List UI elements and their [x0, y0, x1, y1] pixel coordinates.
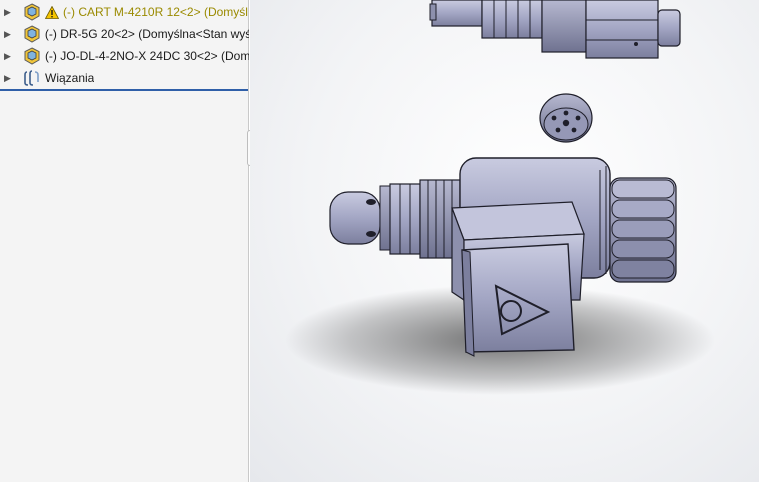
- nut-part[interactable]: [539, 93, 593, 143]
- tree-item-jo-dl[interactable]: ▶ (-) JO-DL-4-2NO-X 24DC 30<2> (Dom: [0, 45, 249, 67]
- expand-arrow-icon[interactable]: ▶: [4, 73, 13, 84]
- tree-item-label: (-) CART M-4210R 12<2> (Domyśl: [63, 5, 248, 19]
- expand-arrow-icon[interactable]: ▶: [4, 7, 13, 18]
- expand-arrow-icon[interactable]: ▶: [4, 29, 13, 40]
- mates-icon: [24, 70, 39, 86]
- tree-item-label: Wiązania: [45, 71, 95, 85]
- tree-item-cart[interactable]: ▶ (-) CART M-4210R 12<2> (Domyśl: [0, 1, 249, 23]
- tree-item-label: (-) DR-5G 20<2> (Domyślna<Stan wyś: [44, 27, 249, 41]
- model-view: [285, 0, 715, 395]
- part-assembly-icon: [24, 3, 40, 21]
- part-assembly-icon: [24, 47, 40, 65]
- graphics-viewport[interactable]: [250, 0, 759, 482]
- part-assembly-icon: [24, 25, 40, 43]
- feature-manager-tree: ▶ (-) CART M-4210R 12<2> (Domyśl ▶ (-) D…: [0, 0, 249, 482]
- tree-item-dr-5g[interactable]: ▶ (-) DR-5G 20<2> (Domyślna<Stan wyś: [0, 23, 249, 45]
- warning-icon: [45, 5, 59, 19]
- tree-item-label: (-) JO-DL-4-2NO-X 24DC 30<2> (Dom: [44, 49, 249, 63]
- tree-item-mates[interactable]: ▶ Wiązania: [0, 67, 249, 89]
- cartridge-valve-part[interactable]: [429, 0, 681, 59]
- tree-separator: [0, 89, 248, 91]
- expand-arrow-icon[interactable]: ▶: [4, 51, 13, 62]
